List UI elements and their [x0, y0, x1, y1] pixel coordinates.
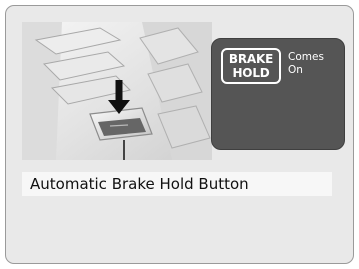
indicator-status-line2: On	[288, 64, 303, 76]
brake-hold-indicator-icon: BRAKE HOLD	[221, 48, 281, 84]
center-console-photo	[22, 22, 212, 160]
button-caption: Automatic Brake Hold Button	[30, 175, 249, 193]
brake-hold-indicator-line1: BRAKE	[228, 52, 274, 66]
brake-hold-indicator-line2: HOLD	[232, 66, 270, 80]
indicator-status-text: Comes On	[288, 51, 342, 77]
indicator-panel: BRAKE HOLD Comes On	[211, 38, 345, 150]
indicator-status-line1: Comes	[288, 51, 324, 63]
